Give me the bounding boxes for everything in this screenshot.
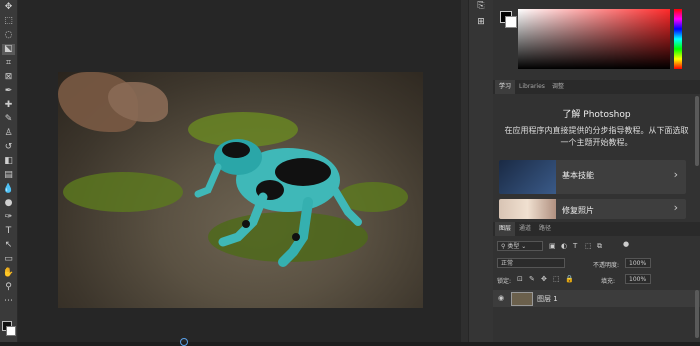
document-image[interactable] — [58, 72, 423, 308]
brush-tool-icon[interactable]: ✎ — [2, 114, 15, 125]
object-select-tool-icon[interactable]: ⬕ — [2, 44, 15, 55]
blend-mode-value: 正常 — [501, 260, 514, 267]
shape-filter-icon[interactable]: ⬚ — [585, 242, 592, 250]
frog-illustration — [194, 139, 362, 267]
course-label: 修复照片 — [562, 206, 594, 215]
hand-tool-icon[interactable]: ✋ — [2, 268, 15, 279]
history-panel-icon[interactable]: ⎘ — [475, 0, 487, 12]
fill-value: 100% — [629, 276, 647, 283]
collapsed-panel-column: ⎘ ⊞ — [468, 0, 494, 342]
learn-tab-row: 学习 Libraries 调整 — [493, 80, 700, 94]
tab-layers[interactable]: 图层 — [495, 222, 516, 236]
rectangle-tool-icon[interactable]: ▭ — [2, 254, 15, 265]
loading-indicator — [180, 338, 188, 346]
tab-paths[interactable]: 路径 — [535, 222, 555, 236]
blend-mode-select[interactable]: 正常 — [497, 258, 565, 268]
lasso-tool-icon[interactable]: ◌ — [2, 30, 15, 41]
lock-label: 锁定: — [497, 278, 512, 285]
blur-tool-icon[interactable]: 💧 — [2, 184, 15, 195]
gradient-tool-icon[interactable]: ▤ — [2, 170, 15, 181]
chevron-right-icon: › — [673, 201, 678, 214]
tab-adjustments[interactable]: 调整 — [548, 80, 568, 94]
zoom-tool-icon[interactable]: ⚲ — [2, 282, 15, 293]
lock-artboard-icon[interactable]: ⬚ — [553, 275, 560, 283]
dodge-tool-icon[interactable]: ● — [2, 198, 15, 209]
properties-panel-icon[interactable]: ⊞ — [475, 16, 487, 28]
layer-name: 图层 1 — [537, 295, 558, 303]
more-tools-icon[interactable]: ⋯ — [2, 296, 15, 307]
fill-field[interactable]: 100% — [625, 274, 651, 284]
learn-title: 了解 Photoshop — [562, 110, 631, 120]
panel-background-swatch[interactable] — [505, 16, 517, 28]
filter-type-value: 类型 — [507, 243, 520, 250]
eyedropper-tool-icon[interactable]: ✒ — [2, 86, 15, 97]
layer-thumbnail — [511, 292, 533, 306]
canvas-area[interactable] — [18, 0, 461, 342]
course-fix-photo[interactable]: 修复照片 › — [499, 199, 686, 219]
chevron-right-icon: › — [673, 168, 678, 181]
tab-channels[interactable]: 通道 — [515, 222, 535, 236]
background-color-swatch[interactable] — [6, 326, 16, 336]
lock-pixels-icon[interactable]: ⊡ — [517, 275, 523, 283]
layer-filter-select[interactable]: ⚲ 类型 ⌄ — [497, 241, 543, 251]
healing-brush-icon[interactable]: ✚ — [2, 100, 15, 111]
visibility-eye-icon[interactable]: ◉ — [498, 294, 504, 302]
type-filter-icon[interactable]: T — [573, 242, 577, 250]
right-panels: 学习 Libraries 调整 了解 Photoshop 在应用程序内直接提供的… — [493, 0, 700, 342]
pen-tool-icon[interactable]: ✑ — [2, 212, 15, 223]
course-thumbnail — [499, 160, 556, 194]
adjust-filter-icon[interactable]: ◐ — [561, 242, 567, 250]
type-tool-icon[interactable]: T — [2, 226, 15, 237]
opacity-value: 100% — [629, 260, 647, 267]
tab-learn[interactable]: 学习 — [495, 80, 516, 94]
fill-label: 填充: — [601, 278, 616, 285]
layer-row[interactable]: ◉ 图层 1 — [493, 290, 700, 307]
tools-bar: ✥ ⬚ ◌ ⬕ ⌗ ⊠ ✒ ✚ ✎ ♙ ↺ ◧ ▤ 💧 ● ✑ T ↖ ▭ ✋ ⚲ ⋯ — [0, 0, 18, 342]
path-select-tool-icon[interactable]: ↖ — [2, 240, 15, 251]
opacity-field[interactable]: 100% — [625, 258, 651, 268]
color-panel — [493, 0, 700, 78]
course-basic-skills[interactable]: 基本技能 › — [499, 160, 686, 194]
marquee-tool-icon[interactable]: ⬚ — [2, 16, 15, 27]
color-picker-field[interactable] — [518, 9, 670, 69]
smart-filter-icon[interactable]: ⧉ — [597, 242, 602, 251]
lock-position-icon[interactable]: ✥ — [541, 275, 547, 283]
tab-libraries[interactable]: Libraries — [515, 80, 549, 94]
move-tool-icon[interactable]: ✥ — [2, 2, 15, 13]
history-brush-icon[interactable]: ↺ — [2, 142, 15, 153]
hue-slider[interactable] — [674, 9, 682, 69]
eraser-tool-icon[interactable]: ◧ — [2, 156, 15, 167]
learn-scrollbar[interactable] — [695, 96, 699, 166]
frame-tool-icon[interactable]: ⊠ — [2, 72, 15, 83]
clone-stamp-icon[interactable]: ♙ — [2, 128, 15, 139]
filter-toggle-icon[interactable]: ● — [623, 240, 629, 248]
lock-all-icon[interactable]: 🔒 — [565, 275, 574, 283]
learn-description: 在应用程序内直接提供的分步指导教程。从下面选取一个主题开始教程。 — [504, 126, 689, 147]
course-thumbnail — [499, 199, 556, 219]
panel-divider[interactable] — [461, 0, 468, 342]
course-label: 基本技能 — [562, 171, 594, 180]
crop-tool-icon[interactable]: ⌗ — [2, 58, 15, 69]
lock-brush-icon[interactable]: ✎ — [529, 275, 535, 283]
layers-panel: 图层 通道 路径 ⚲ 类型 ⌄ ▣ ◐ T ⬚ ⧉ ● 正常 不透明度: 100… — [493, 222, 700, 342]
pixel-filter-icon[interactable]: ▣ — [549, 242, 556, 250]
layers-tab-row: 图层 通道 路径 — [493, 222, 700, 236]
opacity-label: 不透明度: — [593, 262, 620, 269]
layers-scrollbar[interactable] — [695, 290, 699, 338]
